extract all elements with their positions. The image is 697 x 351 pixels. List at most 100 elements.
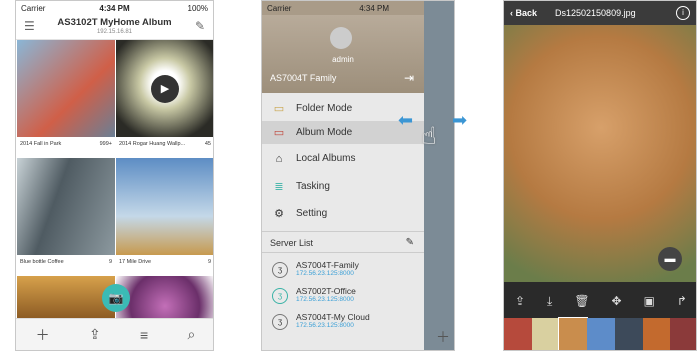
- gear-icon: ⚙: [274, 208, 284, 220]
- album-card[interactable]: [17, 276, 115, 319]
- side-drawer: Carrier 4:34 PM admin AS7004T Family ⇥ ▭…: [262, 1, 424, 350]
- album-count: 45: [204, 141, 211, 147]
- album-icon: ▭: [273, 127, 285, 139]
- viewer-header: ‹ Back Ds12502150809.jpg i: [504, 1, 696, 25]
- edit-icon[interactable]: ✎: [195, 19, 205, 33]
- carrier: Carrier: [267, 3, 292, 13]
- menu-label: Setting: [296, 208, 328, 219]
- server-item[interactable]: ʒ AS7004T-Family 172.56.23.125:8000: [262, 257, 424, 283]
- thumbnail[interactable]: [614, 318, 643, 350]
- share-icon[interactable]: ⇪: [515, 294, 525, 308]
- status-bar: Carrier 4:34 PM 100%: [16, 1, 213, 15]
- server-item[interactable]: ʒ AS7002T-Office 172.56.23.125:8000: [262, 283, 424, 309]
- album-thumbnail: [116, 158, 213, 255]
- home-icon: ⌂: [275, 152, 283, 165]
- server-icon: ʒ: [272, 314, 288, 330]
- info-icon[interactable]: i: [676, 6, 690, 20]
- album-thumbnail: [17, 158, 115, 255]
- album-name: Blue bottle Coffee: [20, 259, 64, 265]
- server-name: AS7004T-My Cloud: [296, 312, 370, 322]
- album-card[interactable]: 17 Mile Drive 9: [116, 158, 213, 269]
- album-thumbnail: [116, 276, 213, 319]
- page-title: AS3102T MyHome Album: [57, 17, 172, 28]
- user-name: admin: [332, 55, 354, 64]
- server-ip: 172.56.23.125:8000: [296, 270, 354, 277]
- album-header: ☰ AS3102T MyHome Album 192.15.16.81 ✎: [16, 15, 213, 40]
- logout-icon[interactable]: ⇥: [404, 71, 414, 85]
- back-label: Back: [515, 8, 538, 18]
- trash-icon[interactable]: 🗑: [574, 294, 589, 308]
- menu-phone: Carrier 4:34 PM admin AS7004T Family ⇥ ▭…: [261, 0, 455, 351]
- arrow-right-icon: ➡: [452, 110, 468, 130]
- add-icon[interactable]: ＋: [36, 325, 50, 345]
- folder-icon: ▭: [273, 103, 285, 115]
- server-list-header: Server List ✎: [262, 231, 424, 253]
- status-time: 4:34 PM: [99, 3, 130, 13]
- status-bar: Carrier 4:34 PM: [262, 1, 424, 15]
- server-name: AS7004T-Family: [296, 260, 359, 270]
- viewer-toolbar: ⇪ ⤓ 🗑 ✥ ▣ ↱: [504, 288, 696, 314]
- server-item[interactable]: ʒ AS7004T-My Cloud 172.56.23.125:8000: [262, 309, 424, 335]
- forward-icon[interactable]: ↱: [677, 294, 687, 308]
- edit-icon[interactable]: ✎: [406, 232, 414, 254]
- album-count: 9: [207, 259, 211, 265]
- album-card[interactable]: [116, 276, 213, 319]
- server-icon: ʒ: [272, 288, 288, 304]
- arrow-left-icon: ⬅: [398, 110, 414, 130]
- play-icon[interactable]: ▶: [151, 75, 179, 103]
- album-count: 999+: [99, 141, 112, 147]
- thumbnail-strip: [504, 317, 696, 350]
- thumbnail[interactable]: [670, 318, 696, 350]
- add-icon[interactable]: ＋: [436, 327, 450, 347]
- download-icon[interactable]: ⤓: [547, 294, 552, 309]
- album-card[interactable]: ▶ 2014 Rogar Huang Wallp... 45: [116, 40, 213, 151]
- current-server: AS7004T Family: [270, 73, 337, 83]
- thumbnail[interactable]: [531, 318, 560, 350]
- menu-label: Local Albums: [296, 153, 356, 164]
- menu-local-albums[interactable]: ⌂ Local Albums: [262, 147, 424, 170]
- list-icon[interactable]: ≡: [140, 327, 148, 343]
- menu-setting[interactable]: ⚙ Setting: [262, 202, 424, 225]
- search-icon[interactable]: ⌕: [188, 326, 196, 343]
- menu-label: Album Mode: [296, 127, 353, 138]
- thumbnail[interactable]: [642, 318, 671, 350]
- server-ip: 172.56.23.125:8000: [296, 296, 354, 303]
- share-icon[interactable]: ⇪: [89, 326, 101, 343]
- menu-tasking[interactable]: ≣ Tasking: [262, 175, 424, 198]
- album-phone: Carrier 4:34 PM 100% ☰ AS3102T MyHome Al…: [15, 0, 214, 351]
- avatar[interactable]: [330, 27, 352, 49]
- menu-label: Folder Mode: [296, 103, 353, 114]
- server-icon: ʒ: [272, 262, 288, 278]
- hand-cursor-icon: ☝: [422, 123, 437, 150]
- image-icon[interactable]: ▣: [644, 294, 655, 308]
- album-card[interactable]: 2014 Fall in Park 999+: [17, 40, 115, 151]
- photo-viewer-phone: ‹ Back Ds12502150809.jpg i ▬ ⇪ ⤓ 🗑 ✥ ▣ ↱: [503, 0, 697, 351]
- photo-filename: Ds12502150809.jpg: [555, 8, 636, 18]
- camera-button[interactable]: 📷: [102, 284, 130, 312]
- server-list-label: Server List: [270, 238, 314, 248]
- album-card[interactable]: Blue bottle Coffee 9: [17, 158, 115, 269]
- album-thumbnail: ▶: [116, 40, 213, 137]
- album-thumbnail: [17, 40, 115, 137]
- album-name: 2014 Fall in Park: [20, 141, 62, 147]
- move-icon[interactable]: ✥: [612, 294, 622, 308]
- album-name: 2014 Rogar Huang Wallp...: [119, 141, 186, 147]
- tasks-icon: ≣: [274, 181, 284, 193]
- photo-view[interactable]: ▬: [504, 25, 696, 282]
- content-preview-strip[interactable]: [424, 1, 454, 350]
- menu-label: Tasking: [296, 181, 330, 192]
- thumbnail[interactable]: [587, 318, 615, 350]
- thumbnail[interactable]: [504, 318, 532, 350]
- camera-icon: 📷: [108, 291, 124, 305]
- album-thumbnail: [17, 276, 115, 319]
- back-button[interactable]: ‹ Back: [510, 8, 537, 18]
- server-name: AS7002T-Office: [296, 286, 356, 296]
- album-count: 9: [108, 259, 112, 265]
- server-ip: 192.15.16.81: [96, 29, 133, 35]
- thumbnail-selected[interactable]: [558, 317, 589, 350]
- album-name: 17 Mile Drive: [119, 259, 152, 265]
- server-ip: 172.56.23.125:8000: [296, 322, 354, 329]
- comment-icon[interactable]: ▬: [658, 247, 682, 271]
- drawer-header: admin AS7004T Family ⇥: [262, 15, 424, 93]
- status-time: 4:34 PM: [359, 3, 389, 13]
